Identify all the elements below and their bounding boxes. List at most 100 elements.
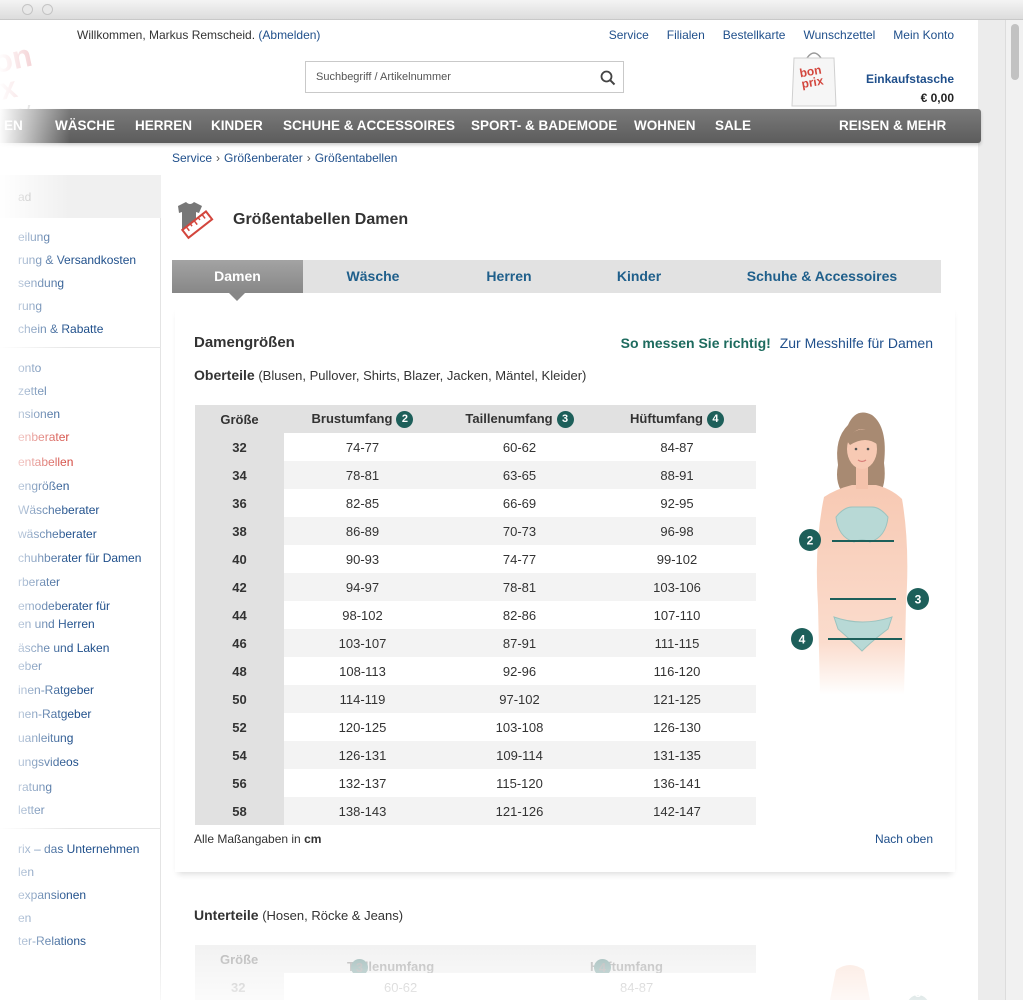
sidebar-item[interactable]: eber [18, 659, 42, 673]
cart-value: € 0,00 [920, 91, 954, 105]
nav-item-wohnen[interactable]: WOHNEN [634, 118, 696, 133]
sidebar-item[interactable]: len [18, 865, 34, 879]
sidebar-item[interactable]: eilung [18, 230, 50, 244]
bottom-title-bold: Unterteile [194, 907, 259, 923]
shirt-ruler-icon [178, 202, 214, 240]
nav-item-reisen[interactable]: REISEN & MEHR [839, 118, 946, 133]
hip-cell: 126-130 [598, 713, 756, 741]
hip-cell: 103-106 [598, 573, 756, 601]
sidebar-item[interactable]: uanleitung [18, 731, 73, 745]
bottom-figure-preview: 3 [830, 965, 928, 1000]
tab-schuhe-accessoires[interactable]: Schuhe & Accessoires [712, 260, 932, 293]
bottom-title-rest: (Hosen, Röcke & Jeans) [258, 908, 404, 923]
nav-item-schuhe[interactable]: SCHUHE & ACCESSOIRES [283, 118, 455, 133]
shopping-bag-icon[interactable]: bon prix [790, 50, 838, 108]
bust-cell: 132-137 [284, 769, 441, 797]
table-row: 52 120-125 103-108 126-130 [195, 713, 756, 741]
sidebar-item[interactable]: nen-Ratgeber [18, 707, 91, 721]
sidebar-item[interactable]: sendung [18, 276, 64, 290]
tab-waesche[interactable]: Wäsche [308, 260, 438, 293]
sidebar-item[interactable]: expansionen [18, 888, 86, 902]
logout-link[interactable]: (Abmelden) [258, 28, 320, 42]
sidebar-item[interactable]: rung & Versandkosten [18, 253, 136, 267]
sidebar-item[interactable]: nsionen [18, 407, 60, 421]
bottom-figure-marker: 3 [915, 986, 922, 1000]
top-links: Service Filialen Bestellkarte Wunschzett… [609, 28, 954, 42]
sidebar-item-groessenberater[interactable]: enberater [18, 430, 69, 444]
hip-cell: 92-95 [598, 489, 756, 517]
breadcrumb: Service › Größenberater › Größentabellen [172, 151, 397, 165]
scrollbar-thumb[interactable] [1011, 24, 1019, 80]
top-link-mein-konto[interactable]: Mein Konto [893, 28, 954, 42]
breadcrumb-service[interactable]: Service [172, 151, 212, 165]
sidebar-item[interactable]: ungsvideos [18, 755, 79, 769]
sidebar-item[interactable]: emodeberater für [18, 599, 110, 613]
sidebar-item[interactable]: inen-Ratgeber [18, 683, 94, 697]
size-cell: 52 [195, 713, 284, 741]
bust-cell: 78-81 [284, 461, 441, 489]
sidebar-item[interactable]: rung [18, 299, 42, 313]
bust-cell: 114-119 [284, 685, 441, 713]
browser-chrome [0, 0, 1023, 20]
cart-summary[interactable]: Einkaufstasche € 0,00 [866, 70, 954, 108]
waist-cell: 70-73 [441, 517, 598, 545]
bottom-table-row: 32 60-62 84-87 [195, 973, 756, 1000]
measure-help-link[interactable]: Zur Messhilfe für Damen [780, 335, 933, 351]
column-header-hueftumfang: Hüftumfang 4 [598, 405, 756, 433]
search-icon[interactable] [600, 70, 616, 86]
measure-howto-link[interactable]: So messen Sie richtig! [621, 335, 771, 351]
column-header-brustumfang: Brustumfang 2 [284, 405, 441, 433]
nav-item-damen[interactable]: EN [4, 118, 23, 133]
main-navigation: EN WÄSCHE HERREN KINDER SCHUHE & ACCESSO… [0, 109, 981, 143]
sidebar-item[interactable]: wäscheberater [18, 527, 97, 541]
tab-damen[interactable]: Damen [172, 260, 303, 301]
table-row: 44 98-102 82-86 107-110 [195, 601, 756, 629]
sidebar-item[interactable]: ter-Relations [18, 934, 86, 948]
vertical-scrollbar[interactable] [1005, 20, 1023, 1000]
nav-item-sport[interactable]: SPORT- & BADEMODE [471, 118, 617, 133]
sidebar-item[interactable]: zettel [18, 384, 47, 398]
bust-cell: 90-93 [284, 545, 441, 573]
window-control[interactable] [22, 4, 33, 15]
breadcrumb-groessentabellen[interactable]: Größentabellen [315, 151, 398, 165]
top-link-filialen[interactable]: Filialen [667, 28, 705, 42]
nav-item-waesche[interactable]: WÄSCHE [55, 118, 115, 133]
nav-item-herren[interactable]: HERREN [135, 118, 192, 133]
waist-cell: 115-120 [441, 769, 598, 797]
column-header-groesse: Größe [195, 405, 284, 433]
table-subtitle: Oberteile (Blusen, Pullover, Shirts, Bla… [194, 367, 586, 383]
sidebar-item[interactable]: äsche und Laken [18, 641, 109, 655]
back-to-top-link[interactable]: Nach oben [875, 832, 933, 846]
nav-item-kinder[interactable]: KINDER [211, 118, 263, 133]
sidebar-item[interactable]: onto [18, 361, 41, 375]
bust-cell: 138-143 [284, 797, 441, 825]
size-cell: 50 [195, 685, 284, 713]
size-cell: 36 [195, 489, 284, 517]
column-header-label: Größe [220, 411, 259, 427]
sidebar-item[interactable]: chein & Rabatte [18, 322, 103, 336]
sidebar-item[interactable]: en [18, 911, 31, 925]
search-input[interactable] [306, 62, 586, 92]
sidebar-item[interactable]: Wäscheberater [18, 503, 99, 517]
window-control[interactable] [42, 4, 53, 15]
sidebar-item[interactable]: engrößen [18, 479, 69, 493]
table-row: 40 90-93 74-77 99-102 [195, 545, 756, 573]
top-link-service[interactable]: Service [609, 28, 649, 42]
nav-item-sale[interactable]: SALE [715, 118, 751, 133]
page-title: Größentabellen Damen [233, 211, 409, 228]
tab-kinder[interactable]: Kinder [574, 260, 704, 293]
sidebar-item[interactable]: en und Herren [18, 617, 95, 631]
sidebar-item[interactable]: chuhberater für Damen [18, 551, 141, 565]
top-link-bestellkarte[interactable]: Bestellkarte [723, 28, 786, 42]
sidebar-item-groessentabellen[interactable]: entabellen [18, 455, 73, 469]
tab-herren[interactable]: Herren [444, 260, 574, 293]
breadcrumb-groessenberater[interactable]: Größenberater [224, 151, 303, 165]
top-link-wunschzettel[interactable]: Wunschzettel [803, 28, 875, 42]
measure-badge: 2 [396, 410, 414, 428]
table-row: 38 86-89 70-73 96-98 [195, 517, 756, 545]
sidebar-item[interactable]: letter [18, 803, 45, 817]
sidebar-item[interactable]: rberater [18, 575, 60, 589]
sidebar-item[interactable]: ratung [18, 780, 52, 794]
size-cell: 32 [231, 980, 246, 995]
sidebar-item[interactable]: rix – das Unternehmen [18, 842, 139, 856]
